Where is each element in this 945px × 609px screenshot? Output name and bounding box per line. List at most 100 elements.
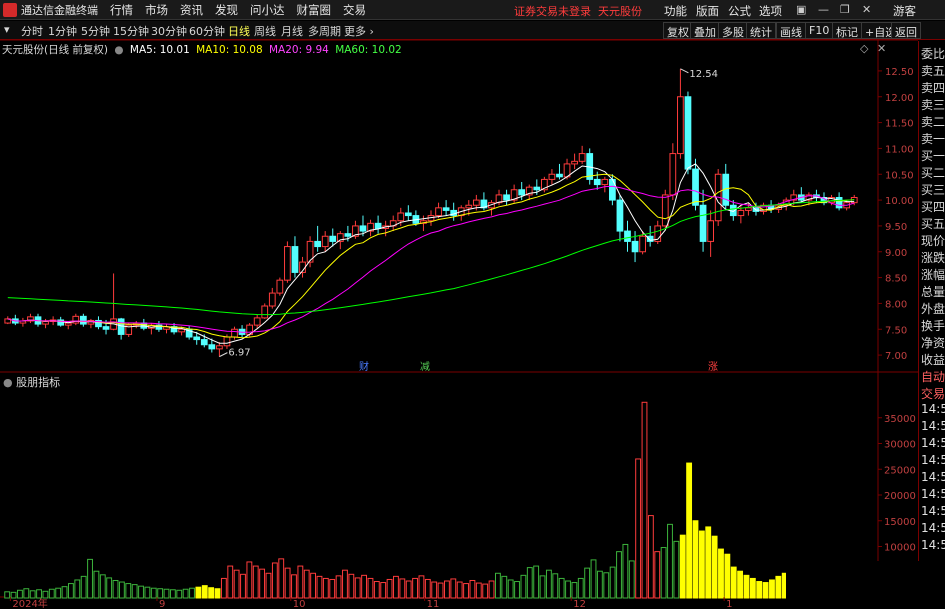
period-30min[interactable]: 30分钟 <box>151 23 187 39</box>
minimize-icon[interactable]: — <box>818 3 829 16</box>
menu-gongneng[interactable]: 功能 <box>664 3 687 19</box>
sidebar-item[interactable]: 14:56 <box>921 402 945 416</box>
btn-duogu[interactable]: 多股 <box>718 22 748 39</box>
sidebar-item[interactable]: 委比 <box>921 45 945 62</box>
price-tick-label: 8.50 <box>885 274 907 285</box>
period-monthly[interactable]: 月线 <box>281 23 303 39</box>
btn-f10[interactable]: F10 <box>805 22 834 39</box>
period-15min[interactable]: 15分钟 <box>113 23 149 39</box>
volume-bar <box>380 582 387 599</box>
sidebar-item[interactable]: 买四 <box>921 198 945 215</box>
period-weekly[interactable]: 周线 <box>254 23 276 39</box>
sidebar-item[interactable]: 14:56 <box>921 453 945 467</box>
sidebar-item[interactable]: 卖二 <box>921 113 945 130</box>
period-60min[interactable]: 60分钟 <box>189 23 225 39</box>
menu-xuanxiang[interactable]: 选项 <box>759 3 782 19</box>
menu-banmian[interactable]: 版面 <box>696 3 719 19</box>
volume-bar <box>507 579 514 599</box>
menu-arrow-icon[interactable]: ▾ <box>4 23 10 36</box>
sidebar-item[interactable]: 净资 <box>921 334 945 351</box>
indicator-title[interactable]: ● 股朋指标 <box>3 374 60 390</box>
volume-bar <box>488 580 495 599</box>
volume-bar <box>373 581 380 599</box>
btn-fuquan[interactable]: 复权 <box>663 22 693 39</box>
sidebar-item[interactable]: 交易 <box>921 385 945 402</box>
period-multi[interactable]: 多周期 <box>308 23 341 39</box>
btn-tongji[interactable]: 统计 <box>746 22 776 39</box>
period-fenshi[interactable]: 分时 <box>21 23 43 39</box>
sidebar-item[interactable]: 买五 <box>921 215 945 232</box>
volume-bar <box>456 581 463 599</box>
candle-body <box>427 215 435 222</box>
extreme-pointer <box>680 68 689 74</box>
menu-caifuquan[interactable]: 财富圈 <box>297 2 332 18</box>
sidebar-item[interactable]: 卖五 <box>921 62 945 79</box>
volume-bar <box>106 577 113 599</box>
period-more[interactable]: 更多 › <box>344 23 374 39</box>
btn-diejia[interactable]: 叠加 <box>690 22 720 39</box>
marker-cai[interactable]: 财 <box>359 358 369 373</box>
candle-body <box>27 316 34 322</box>
btn-fanhui[interactable]: 返回 <box>891 22 921 39</box>
skin-icon[interactable]: ▣ <box>796 3 806 16</box>
menu-gongshi[interactable]: 公式 <box>728 3 751 19</box>
period-1min[interactable]: 1分钟 <box>48 23 77 39</box>
btn-huaxian[interactable]: 画线 <box>776 22 806 39</box>
volume-bar <box>157 588 164 599</box>
diamond-icon[interactable]: ◇ <box>860 42 868 55</box>
sidebar-item[interactable]: 14:56 <box>921 521 945 535</box>
sidebar-item[interactable]: 14:56 <box>921 487 945 501</box>
sidebar-item[interactable]: 14:56 <box>921 538 945 552</box>
candle-body <box>208 344 216 350</box>
user-label[interactable]: 游客 <box>893 3 916 19</box>
period-5min[interactable]: 5分钟 <box>81 23 110 39</box>
menu-zixun[interactable]: 资讯 <box>180 2 203 18</box>
volume-bar <box>724 553 731 599</box>
sidebar-item[interactable]: 14:56 <box>921 504 945 518</box>
menu-faxian[interactable]: 发现 <box>215 2 238 18</box>
menu-shichang[interactable]: 市场 <box>145 2 168 18</box>
marker-jian[interactable]: 减 <box>420 358 430 373</box>
sidebar-item[interactable]: 现价 <box>921 232 945 249</box>
sidebar-item[interactable]: 换手 <box>921 317 945 334</box>
candle-body <box>699 204 707 242</box>
settings-icon[interactable]: ● <box>114 44 123 56</box>
sidebar-item[interactable]: 卖三 <box>921 96 945 113</box>
candle-body <box>646 235 654 242</box>
menu-hangqing[interactable]: 行情 <box>110 2 133 18</box>
stock-title[interactable]: 天元股份(日线 前复权) <box>2 44 108 56</box>
chart-area[interactable]: 7.00 7.50 8.00 8.50 9.00 9.50 10.00 10.50 11.00 1… <box>0 0 945 609</box>
sidebar-item[interactable]: 收益 <box>921 351 945 368</box>
extreme-label: 6.97 <box>228 348 250 359</box>
sidebar-item[interactable]: 涨跌 <box>921 249 945 266</box>
volume-bar <box>730 566 737 599</box>
sidebar-item[interactable]: 卖一 <box>921 130 945 147</box>
menu-wenxiaoda[interactable]: 问小达 <box>250 2 285 18</box>
price-tick-label: 7.50 <box>885 325 907 336</box>
btn-biaoji[interactable]: 标记 <box>832 22 862 39</box>
candle-body <box>253 317 261 326</box>
panel-close-icon[interactable]: ✕ <box>877 42 886 55</box>
volume-bar <box>609 566 616 599</box>
menu-jiaoyi[interactable]: 交易 <box>343 2 366 18</box>
sidebar-item[interactable]: 买二 <box>921 164 945 181</box>
sidebar-item[interactable]: 卖四 <box>921 79 945 96</box>
period-daily[interactable]: 日线 <box>228 23 250 39</box>
restore-icon[interactable]: ❐ <box>840 3 850 16</box>
close-icon[interactable]: ✕ <box>862 3 871 16</box>
sidebar-item[interactable]: 14:56 <box>921 419 945 433</box>
sidebar-item[interactable]: 外盘 <box>921 300 945 317</box>
sidebar-item[interactable]: 14:56 <box>921 470 945 484</box>
sidebar-item[interactable]: 买一 <box>921 147 945 164</box>
volume-bar <box>698 530 705 599</box>
sidebar-item[interactable]: 自动 <box>921 368 945 385</box>
candle-body <box>155 324 163 330</box>
sidebar-item[interactable]: 总量 <box>921 283 945 300</box>
candle-body <box>737 209 745 217</box>
login-status[interactable]: 证券交易未登录 天元股份 <box>514 3 642 19</box>
marker-zhang[interactable]: 涨 <box>708 358 718 373</box>
vol-tick-label: 30000 <box>884 440 916 451</box>
sidebar-item[interactable]: 买三 <box>921 181 945 198</box>
sidebar-item[interactable]: 涨幅 <box>921 266 945 283</box>
sidebar-item[interactable]: 14:56 <box>921 436 945 450</box>
